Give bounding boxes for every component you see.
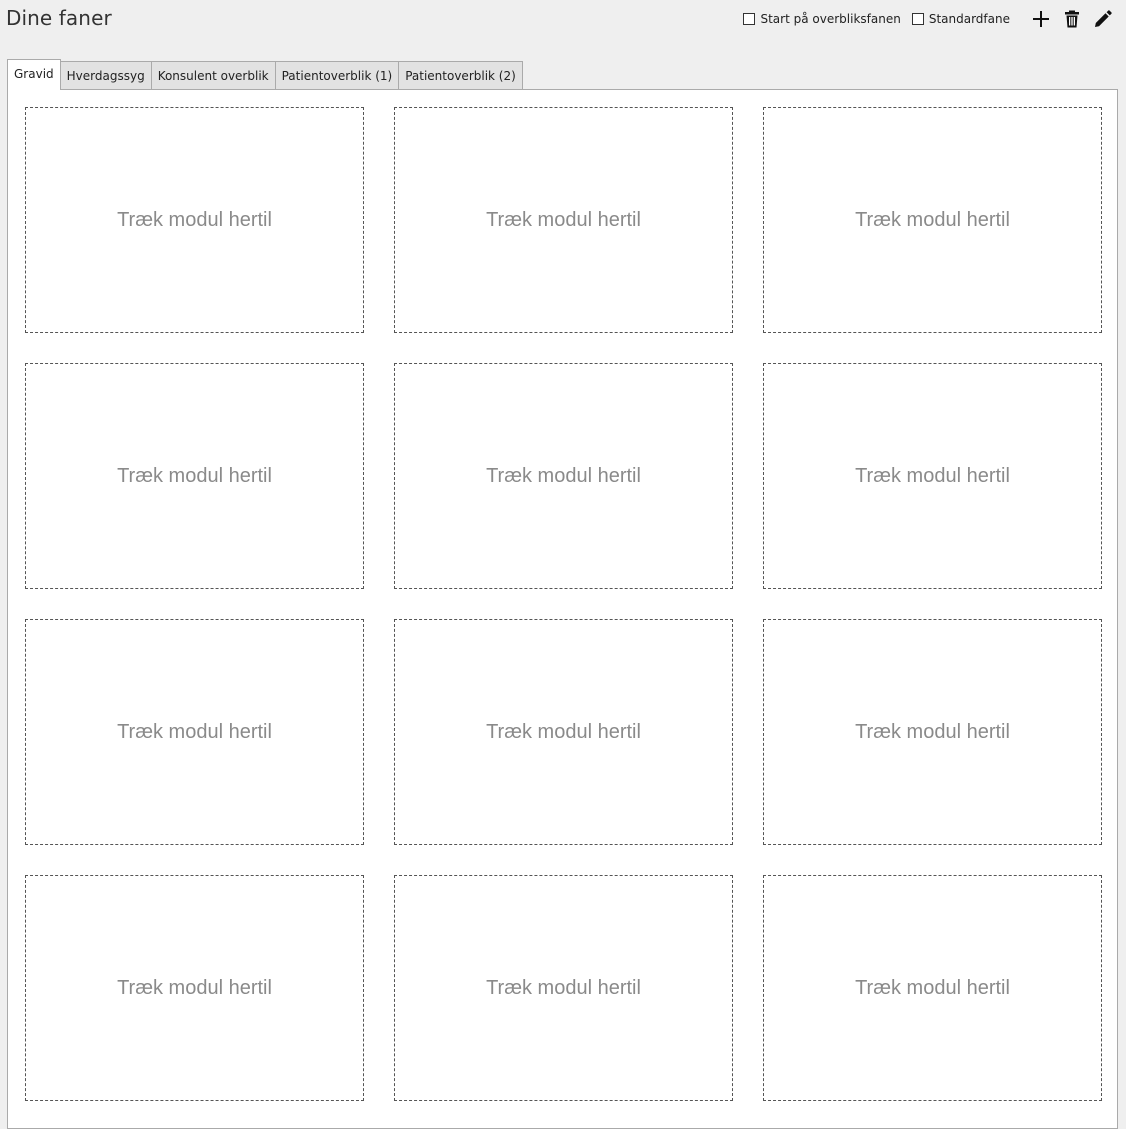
module-drop-zone[interactable]: Træk modul hertil <box>763 875 1102 1101</box>
module-grid: Træk modul hertil Træk modul hertil Træk… <box>25 107 1102 1101</box>
module-drop-zone[interactable]: Træk modul hertil <box>25 107 364 333</box>
default-tab-label: Standardfane <box>928 12 1010 26</box>
module-drop-zone[interactable]: Træk modul hertil <box>25 363 364 589</box>
module-drop-zone[interactable]: Træk modul hertil <box>394 875 733 1101</box>
header: Dine faner Start på overbliksfanen Stand… <box>0 0 1126 46</box>
module-drop-zone[interactable]: Træk modul hertil <box>763 107 1102 333</box>
tab-hverdagssyg[interactable]: Hverdagssyg <box>60 61 152 90</box>
toolbar: Start på overbliksfanen Standardfane <box>743 9 1114 29</box>
default-tab-checkbox[interactable] <box>911 13 924 25</box>
start-overview-label: Start på overbliksfanen <box>760 12 901 26</box>
trash-icon <box>1065 10 1079 28</box>
default-tab-checkbox-group[interactable]: Standardfane <box>911 12 1010 26</box>
module-drop-zone[interactable]: Træk modul hertil <box>763 619 1102 845</box>
add-tab-button[interactable] <box>1030 8 1052 30</box>
module-drop-zone[interactable]: Træk modul hertil <box>394 107 733 333</box>
page-title: Dine faner <box>6 6 112 30</box>
module-drop-zone[interactable]: Træk modul hertil <box>25 875 364 1101</box>
tab-patientoverblik-1[interactable]: Patientoverblik (1) <box>275 61 400 90</box>
plus-icon <box>1033 11 1049 27</box>
drop-zone-label: Træk modul hertil <box>486 464 641 487</box>
tab-konsulent-overblik[interactable]: Konsulent overblik <box>151 61 276 90</box>
module-drop-zone[interactable]: Træk modul hertil <box>25 619 364 845</box>
tab-content-panel: Træk modul hertil Træk modul hertil Træk… <box>7 89 1118 1129</box>
drop-zone-label: Træk modul hertil <box>117 720 272 743</box>
drop-zone-label: Træk modul hertil <box>855 976 1010 999</box>
edit-tab-button[interactable] <box>1092 8 1114 30</box>
start-overview-checkbox-group[interactable]: Start på overbliksfanen <box>743 12 901 26</box>
drop-zone-label: Træk modul hertil <box>486 720 641 743</box>
drop-zone-label: Træk modul hertil <box>855 208 1010 231</box>
drop-zone-label: Træk modul hertil <box>117 976 272 999</box>
drop-zone-label: Træk modul hertil <box>855 720 1010 743</box>
drop-zone-label: Træk modul hertil <box>117 208 272 231</box>
drop-zone-label: Træk modul hertil <box>486 976 641 999</box>
drop-zone-label: Træk modul hertil <box>117 464 272 487</box>
drop-zone-label: Træk modul hertil <box>855 464 1010 487</box>
tab-gravid[interactable]: Gravid <box>7 59 61 90</box>
drop-zone-label: Træk modul hertil <box>486 208 641 231</box>
tab-patientoverblik-2[interactable]: Patientoverblik (2) <box>399 61 523 90</box>
tab-bar: Gravid Hverdagssyg Konsulent overblik Pa… <box>7 59 523 90</box>
module-drop-zone[interactable]: Træk modul hertil <box>394 363 733 589</box>
module-drop-zone[interactable]: Træk modul hertil <box>394 619 733 845</box>
module-drop-zone[interactable]: Træk modul hertil <box>763 363 1102 589</box>
delete-tab-button[interactable] <box>1061 8 1083 30</box>
pencil-icon <box>1095 10 1112 27</box>
start-overview-checkbox[interactable] <box>743 13 756 25</box>
